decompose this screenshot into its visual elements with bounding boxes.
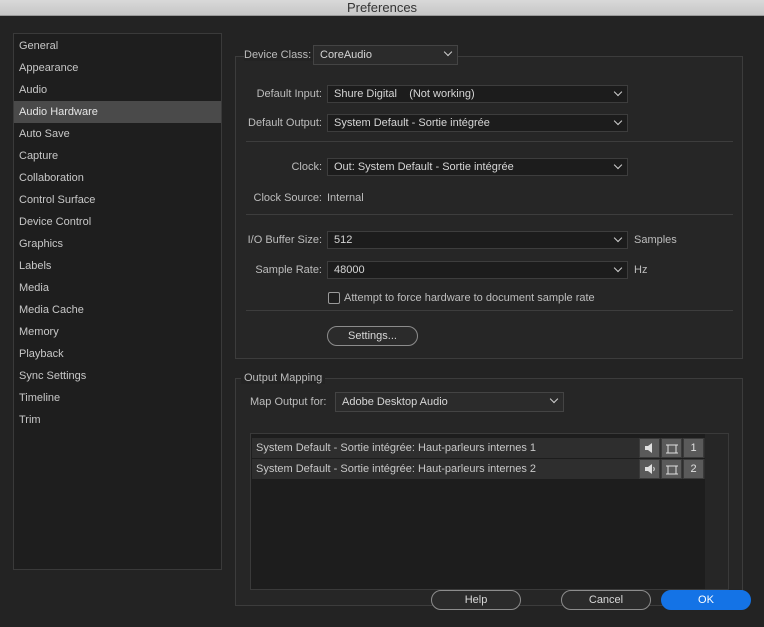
mapping-row-name: System Default - Sortie intégrée: Haut-p… [256,442,537,454]
default-output-value: System Default - Sortie intégrée [334,117,490,129]
default-input-select[interactable]: Shure Digital (Not working) [327,85,628,103]
sample-rate-label: Sample Rate: [255,264,322,276]
sidebar-item-control-surface[interactable]: Control Surface [14,189,221,211]
sidebar-item-timeline[interactable]: Timeline [14,387,221,409]
sidebar-item-playback[interactable]: Playback [14,343,221,365]
output-mapping-list[interactable]: System Default - Sortie intégrée: Haut-p… [250,433,729,590]
sidebar-item-audio-hardware[interactable]: Audio Hardware [14,101,221,123]
device-class-select[interactable]: CoreAudio [313,45,458,65]
sidebar-item-graphics[interactable]: Graphics [14,233,221,255]
clock-value: Out: System Default - Sortie intégrée [334,161,514,173]
buffer-size-value: 512 [334,234,353,246]
sidebar-item-audio[interactable]: Audio [14,79,221,101]
divider [246,214,733,215]
channel-number[interactable]: 2 [683,459,704,479]
cancel-button[interactable]: Cancel [561,590,651,610]
sidebar-item-device-control[interactable]: Device Control [14,211,221,233]
sidebar-item-appearance[interactable]: Appearance [14,57,221,79]
chevron-down-icon [613,160,623,170]
speaker-right-icon[interactable] [639,459,660,479]
sidebar-item-capture[interactable]: Capture [14,145,221,167]
frame-icon[interactable] [661,438,682,458]
map-output-for-value: Adobe Desktop Audio [342,396,448,408]
chevron-down-icon [443,47,453,57]
sidebar-item-trim[interactable]: Trim [14,409,221,431]
divider [246,310,733,311]
force-rate-label: Attempt to force hardware to document sa… [344,292,595,304]
sidebar-item-general[interactable]: General [14,35,221,57]
help-button[interactable]: Help [431,590,521,610]
buffer-size-label: I/O Buffer Size: [247,234,322,246]
mapping-row[interactable]: System Default - Sortie intégrée: Haut-p… [252,459,705,479]
clock-source-value: Internal [327,192,364,204]
default-output-label: Default Output: [248,117,322,129]
default-output-select[interactable]: System Default - Sortie intégrée [327,114,628,132]
buffer-size-select[interactable]: 512 [327,231,628,249]
default-input-value: Shure Digital (Not working) [334,88,475,100]
ok-button[interactable]: OK [661,590,751,610]
sidebar-item-labels[interactable]: Labels [14,255,221,277]
force-rate-checkbox[interactable] [328,292,340,304]
speaker-left-icon[interactable] [639,438,660,458]
mapping-row-name: System Default - Sortie intégrée: Haut-p… [256,463,537,475]
sample-rate-value: 48000 [334,264,365,276]
frame-icon[interactable] [661,459,682,479]
sidebar-item-sync-settings[interactable]: Sync Settings [14,365,221,387]
sample-rate-select[interactable]: 48000 [327,261,628,279]
sidebar-item-auto-save[interactable]: Auto Save [14,123,221,145]
chevron-down-icon [549,394,559,404]
sidebar-item-memory[interactable]: Memory [14,321,221,343]
window-title: Preferences [0,0,764,16]
preferences-sidebar: General Appearance Audio Audio Hardware Auto… [13,33,222,570]
mapping-row[interactable]: System Default - Sortie intégrée: Haut-p… [252,438,705,458]
map-output-for-label: Map Output for: [250,396,327,408]
map-output-for-select[interactable]: Adobe Desktop Audio [335,392,564,412]
buffer-unit: Samples [634,234,677,246]
chevron-down-icon [613,116,623,126]
chevron-down-icon [613,87,623,97]
output-mapping-label: Output Mapping [241,372,326,384]
divider [246,141,733,142]
clock-select[interactable]: Out: System Default - Sortie intégrée [327,158,628,176]
settings-button[interactable]: Settings... [327,326,418,346]
default-input-label: Default Input: [256,88,322,100]
list-scroll-track[interactable] [705,434,728,589]
sidebar-item-media[interactable]: Media [14,277,221,299]
clock-label: Clock: [291,161,322,173]
chevron-down-icon [613,263,623,273]
device-class-label: Device Class: [244,49,316,61]
channel-number[interactable]: 1 [683,438,704,458]
clock-source-label: Clock Source: [253,192,322,204]
device-class-value: CoreAudio [320,49,372,61]
sidebar-item-collaboration[interactable]: Collaboration [14,167,221,189]
sample-rate-unit: Hz [634,264,648,276]
sidebar-item-media-cache[interactable]: Media Cache [14,299,221,321]
chevron-down-icon [613,233,623,243]
